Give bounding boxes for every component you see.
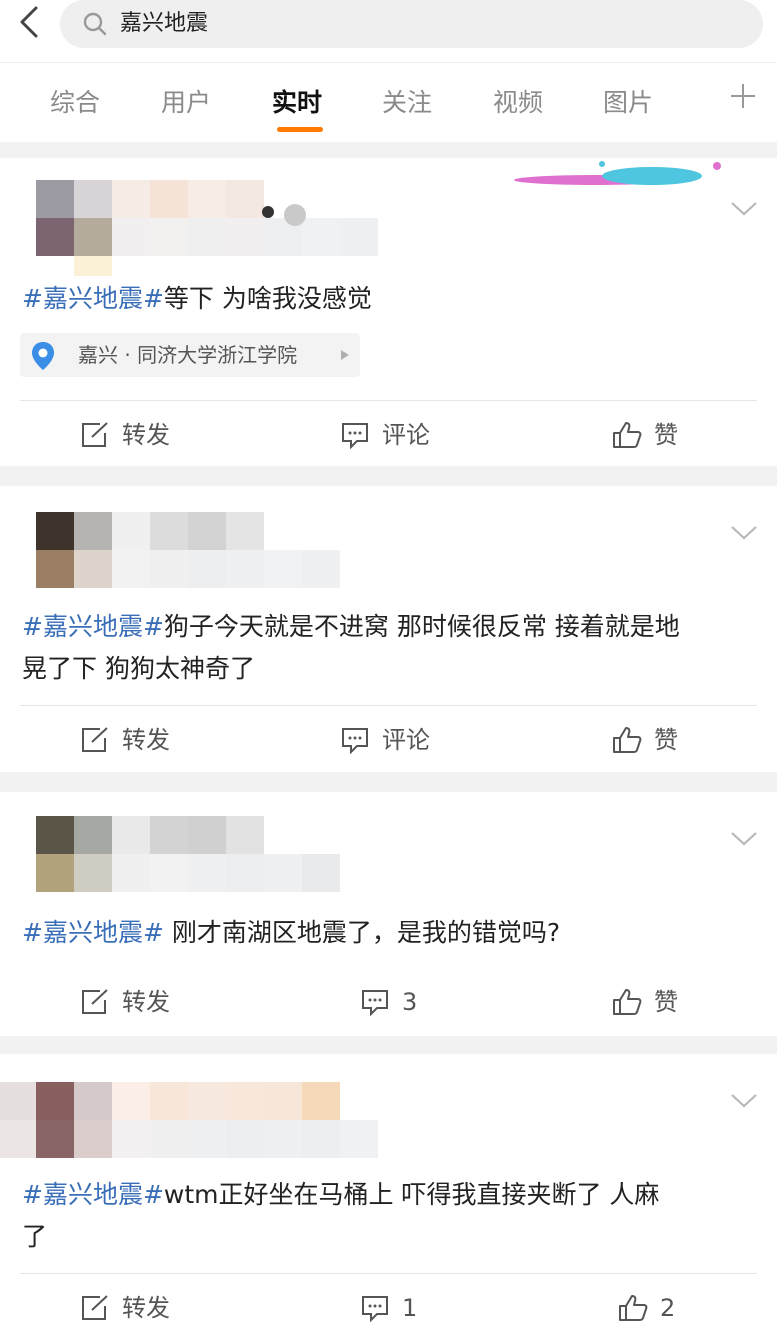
search-icon	[83, 12, 107, 36]
comment-icon	[342, 728, 368, 754]
search-box[interactable]	[60, 0, 763, 48]
post-card: #嘉兴地震#wtm正好坐在马桶上 吓得我直接夹断了 人麻 了 转发 1 2	[0, 1054, 777, 1341]
chevron-down-icon[interactable]	[729, 1090, 759, 1110]
comment-icon	[342, 423, 368, 449]
divider	[20, 705, 757, 706]
top-bar	[0, 0, 777, 62]
chevron-down-icon[interactable]	[729, 522, 759, 542]
chevron-down-icon[interactable]	[729, 828, 759, 848]
avatar[interactable]	[0, 806, 380, 896]
tab-all[interactable]: 综合	[50, 83, 100, 123]
thumbs-up-icon	[613, 989, 642, 1015]
back-arrow-icon	[20, 6, 38, 38]
tab-following[interactable]: 关注	[382, 83, 432, 123]
hashtag-link[interactable]: #嘉兴地震#	[22, 612, 164, 641]
comment-icon	[362, 1296, 388, 1322]
hashtag-link[interactable]: #嘉兴地震#	[22, 1180, 164, 1209]
avatar[interactable]	[0, 1068, 400, 1160]
post-text: #嘉兴地震#wtm正好坐在马桶上 吓得我直接夹断了 人麻 了	[22, 1180, 660, 1251]
post-card: #嘉兴地震#等下 为啥我没感觉 嘉兴 · 同济大学浙江学院 转发 评论 赞	[0, 158, 777, 466]
tab-images[interactable]: 图片	[603, 83, 653, 123]
chevron-right-icon	[341, 350, 349, 360]
post-text: #嘉兴地震# 刚才南湖区地震了，是我的错觉吗?	[22, 918, 561, 947]
location-label: 嘉兴 · 同济大学浙江学院	[78, 343, 298, 367]
tab-bar: 综合 用户 实时 关注 视频 图片	[0, 62, 777, 142]
post-card: #嘉兴地震#狗子今天就是不进窝 那时候很反常 接着就是地 晃了下 狗狗太神奇了 …	[0, 486, 777, 772]
post-text: #嘉兴地震#狗子今天就是不进窝 那时候很反常 接着就是地 晃了下 狗狗太神奇了	[22, 612, 680, 683]
repost-icon	[82, 989, 108, 1014]
search-input[interactable]	[120, 6, 720, 42]
divider	[20, 400, 757, 401]
repost-icon	[82, 727, 108, 752]
post-text: #嘉兴地震#等下 为啥我没感觉	[22, 284, 372, 313]
comment-icon	[362, 990, 388, 1016]
like-count: 2	[660, 1294, 676, 1322]
thumbs-up-icon	[613, 422, 642, 448]
repost-icon	[82, 1295, 108, 1320]
tab-realtime[interactable]: 实时	[272, 83, 322, 123]
hashtag-link[interactable]: #嘉兴地震#	[22, 284, 164, 313]
location-pin-icon	[32, 342, 54, 370]
thumbs-up-icon	[613, 727, 642, 753]
comment-count: 3	[402, 988, 418, 1016]
comment-count: 1	[402, 1294, 418, 1322]
avatar[interactable]	[0, 500, 380, 590]
repost-icon	[82, 422, 108, 447]
avatar[interactable]	[18, 170, 418, 278]
active-tab-indicator	[277, 127, 323, 132]
add-tab-icon[interactable]	[726, 79, 760, 113]
divider	[20, 1273, 757, 1274]
location-tag[interactable]: 嘉兴 · 同济大学浙江学院	[20, 333, 360, 377]
hashtag-link[interactable]: #嘉兴地震#	[22, 918, 164, 947]
post-card: #嘉兴地震# 刚才南湖区地震了，是我的错觉吗? 转发 3 赞	[0, 792, 777, 1036]
decoration-splash-icon	[514, 161, 721, 185]
back-button[interactable]	[10, 2, 50, 42]
tab-videos[interactable]: 视频	[493, 83, 543, 123]
thumbs-up-icon	[619, 1295, 648, 1321]
chevron-down-icon[interactable]	[729, 198, 759, 218]
tab-users[interactable]: 用户	[161, 83, 211, 123]
